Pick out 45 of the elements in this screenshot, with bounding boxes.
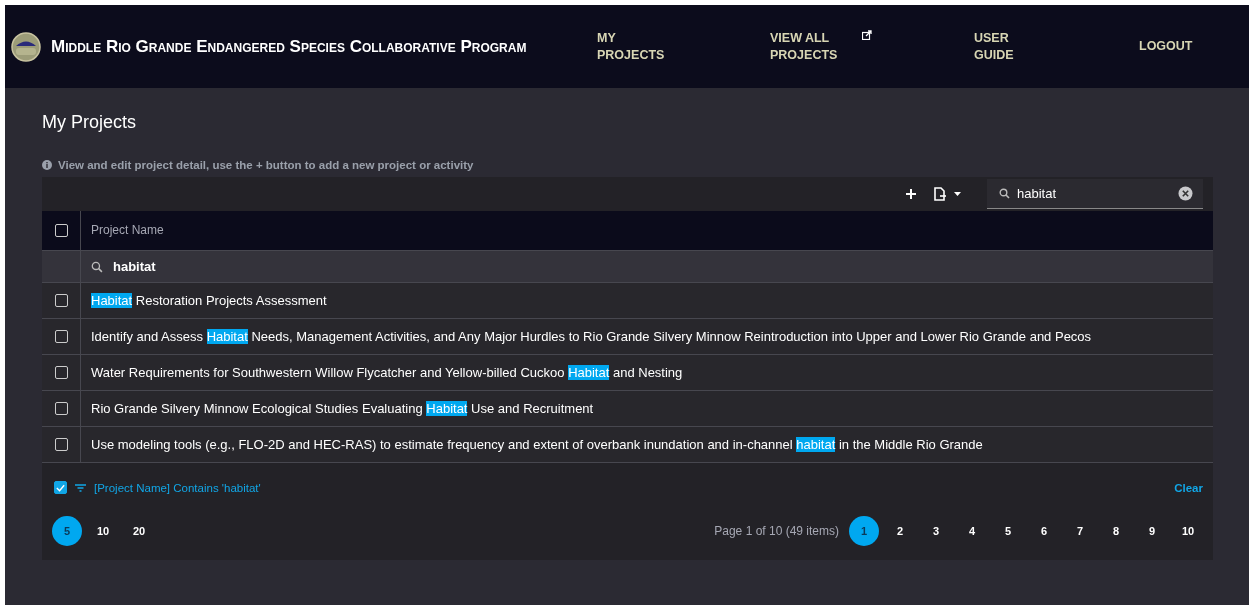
checkbox[interactable] [54, 402, 68, 415]
search-icon [999, 188, 1010, 199]
page-button[interactable]: 2 [885, 516, 915, 546]
search-field[interactable]: habitat [987, 179, 1203, 209]
nav-link[interactable]: VIEW ALL PROJECTS [770, 29, 842, 64]
caret-icon [954, 192, 961, 196]
page-button[interactable]: 9 [1137, 516, 1167, 546]
filter-field[interactable]: habitat [113, 259, 1203, 274]
page-info: Page 1 of 10 (49 items) [714, 524, 839, 538]
page-button[interactable]: 6 [1029, 516, 1059, 546]
page-size-button[interactable]: 10 [88, 516, 118, 546]
checkbox[interactable] [54, 438, 68, 451]
filter-checkbox[interactable] [54, 481, 67, 494]
clear-icon[interactable] [1178, 186, 1193, 201]
checkbox[interactable] [54, 330, 68, 343]
page-button[interactable]: 8 [1101, 516, 1131, 546]
page-size-button[interactable]: 20 [124, 516, 154, 546]
search-icon [91, 260, 103, 273]
filter-expression[interactable]: [Project Name] Contains 'habitat' [94, 481, 261, 494]
table-cell-text: Habitat Restoration Projects Assessment [90, 292, 328, 310]
external-link-icon [862, 29, 872, 40]
checkbox[interactable] [54, 366, 68, 379]
table-cell-text: Identify and Assess Habitat Needs, Management Activities, and Any Major Hurdles to Rio Grande Silvery Minnow Reintroduction into Upper and Lower Rio Grande and Pecos [90, 328, 1093, 346]
document-icon [933, 187, 946, 201]
info-icon [42, 160, 52, 170]
hint-text: View and edit project detail, use the + button to add a new project or activity [58, 159, 474, 171]
site-title: Middle Rio Grande Endangered Species Collaborative Program [51, 35, 528, 58]
plus-icon [905, 188, 917, 200]
clear-link[interactable]: Clear [1174, 481, 1203, 494]
page-size-button[interactable]: 5 [52, 516, 82, 546]
page-button[interactable]: 4 [957, 516, 987, 546]
logo-icon [11, 31, 41, 62]
checkbox[interactable] [54, 224, 68, 237]
page-button[interactable]: 5 [993, 516, 1023, 546]
page-title: My Projects [42, 112, 138, 133]
page-button[interactable]: 1 [849, 516, 879, 546]
nav-link[interactable]: USER GUIDE [974, 29, 1046, 64]
filter-icon [75, 483, 86, 492]
nav-link[interactable]: MY PROJECTS [597, 29, 669, 64]
page-button[interactable]: 10 [1173, 516, 1203, 546]
filter-row[interactable]: habitat [42, 251, 1213, 283]
nav-link[interactable]: LOGOUT [1139, 38, 1193, 55]
page-button[interactable]: 7 [1065, 516, 1095, 546]
checkbox[interactable] [54, 294, 68, 307]
page-button[interactable]: 3 [921, 516, 951, 546]
